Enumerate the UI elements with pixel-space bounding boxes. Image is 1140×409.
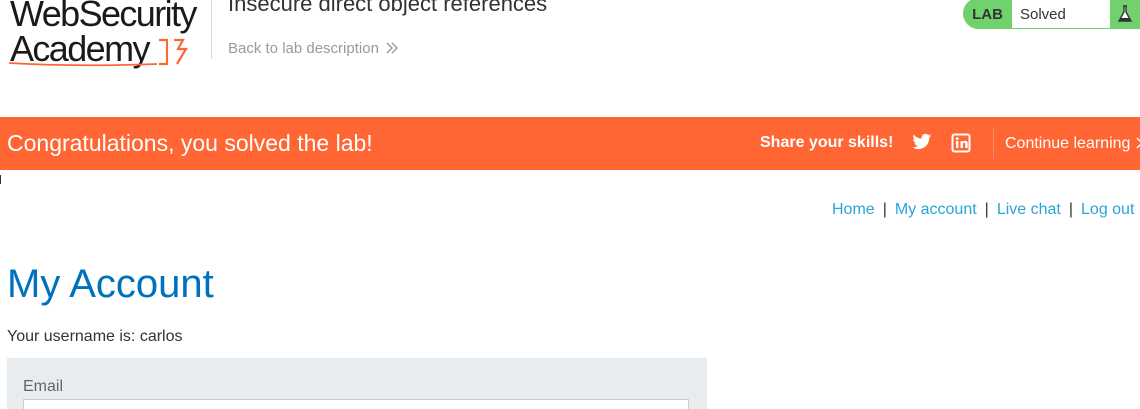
flask-icon xyxy=(1110,0,1140,29)
share-label: Share your skills! xyxy=(760,134,894,151)
page-edge-mark xyxy=(0,175,1,184)
banner-message: Congratulations, you solved the lab! xyxy=(7,130,373,156)
logo-lightning-icon xyxy=(8,38,188,67)
email-label: Email xyxy=(23,378,64,395)
nav-home-link[interactable]: Home xyxy=(832,201,875,218)
continue-learning-link[interactable]: Continue learning xyxy=(1005,135,1140,154)
linkedin-icon[interactable] xyxy=(951,133,971,158)
nav-live-chat-link[interactable]: Live chat xyxy=(997,201,1061,218)
nav-separator: | xyxy=(1068,201,1074,218)
lab-state: Solved xyxy=(1012,0,1110,29)
double-chevron-right-icon xyxy=(385,41,399,58)
nav-log-out-link[interactable]: Log out xyxy=(1081,201,1134,218)
lab-title: Insecure direct object references xyxy=(228,0,548,16)
page-title: My Account xyxy=(7,262,214,306)
continue-learning-label: Continue learning xyxy=(1005,135,1131,152)
lab-badge: LAB xyxy=(963,0,1012,29)
nav-my-account-link[interactable]: My account xyxy=(895,201,977,218)
page: WebSecurity Academy Insecure direct obje… xyxy=(0,0,1140,409)
update-email-form: Email xyxy=(7,358,707,409)
lab-status-widget: LAB Solved xyxy=(963,0,1140,29)
username-line: Your username is: carlos xyxy=(7,328,183,345)
twitter-icon[interactable] xyxy=(912,133,932,156)
nav-separator: | xyxy=(984,201,989,218)
web-security-academy-logo[interactable]: WebSecurity Academy xyxy=(7,0,211,68)
solved-banner: Congratulations, you solved the lab! Sha… xyxy=(0,117,1140,170)
back-link-label: Back to lab description xyxy=(228,40,379,57)
email-field[interactable] xyxy=(23,399,689,409)
chevron-right-icon xyxy=(1136,136,1140,154)
banner-divider xyxy=(993,128,994,159)
back-to-lab-description-link[interactable]: Back to lab description xyxy=(228,40,399,58)
nav-separator: | xyxy=(882,201,887,218)
header-divider xyxy=(211,0,212,59)
top-nav: Home | My account | Live chat | Log out xyxy=(832,201,1134,219)
header: WebSecurity Academy Insecure direct obje… xyxy=(0,0,1140,117)
